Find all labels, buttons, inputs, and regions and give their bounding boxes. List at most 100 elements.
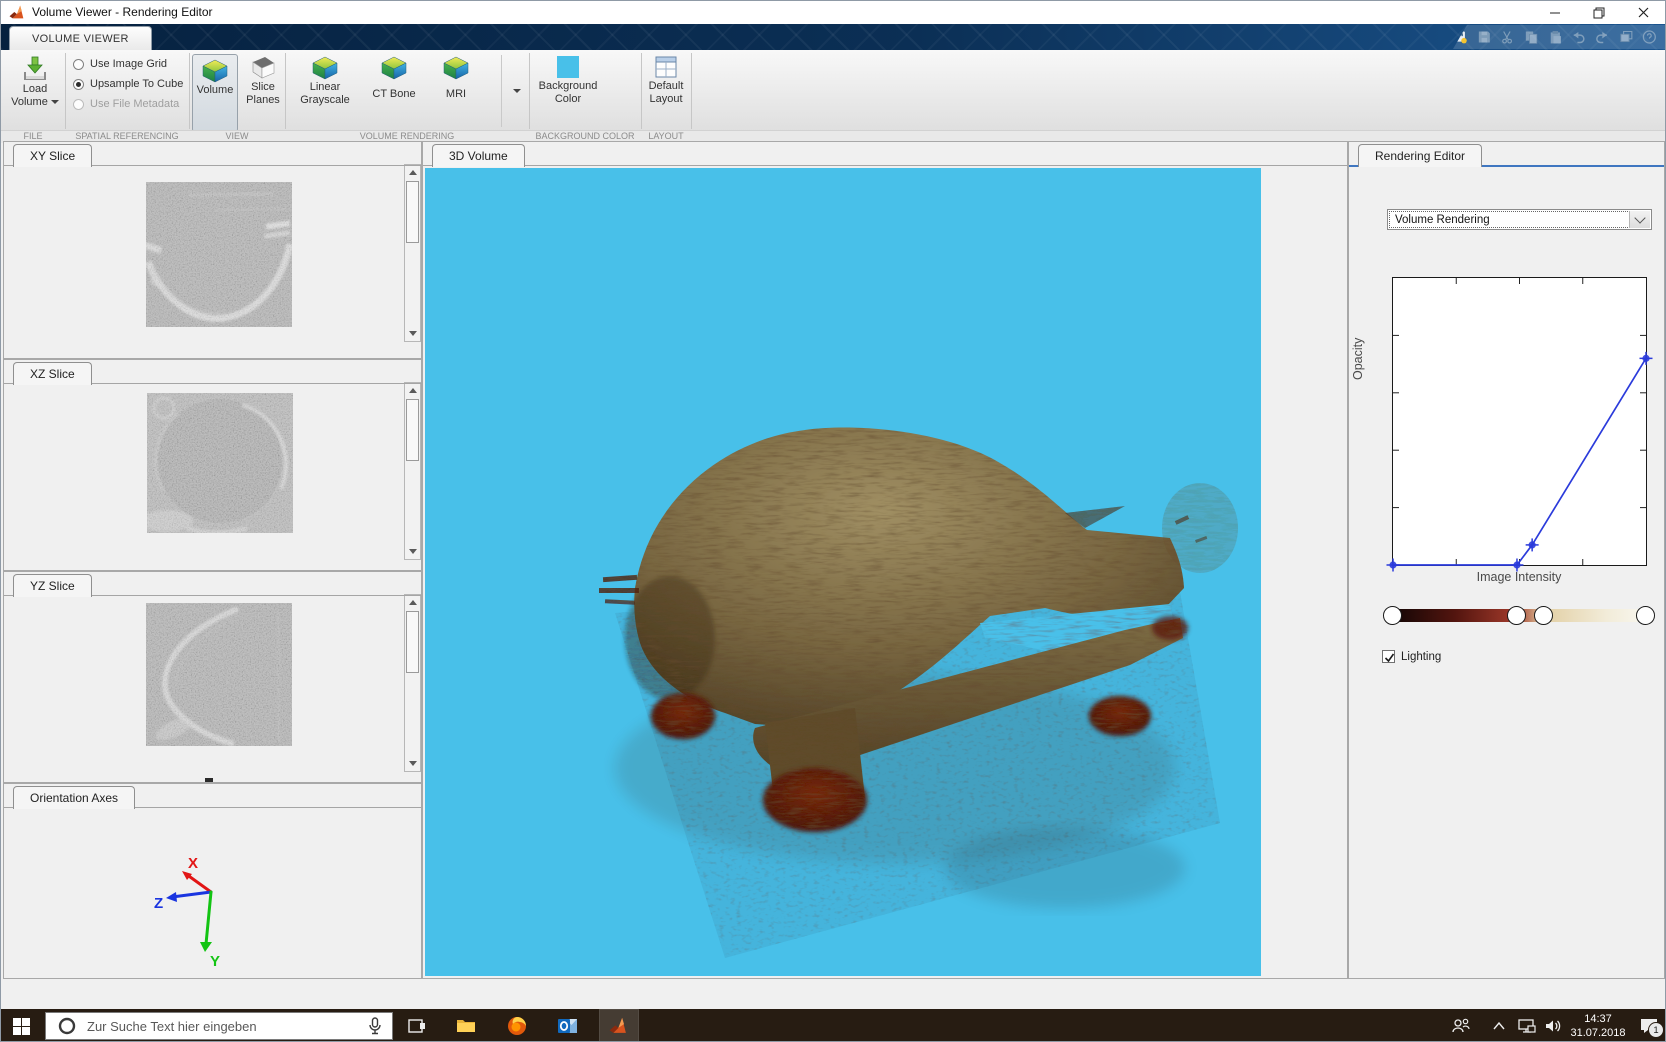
chevron-up-icon bbox=[1493, 1022, 1505, 1030]
triangle-down-icon bbox=[409, 549, 417, 554]
tab-xz-slice[interactable]: XZ Slice bbox=[13, 362, 92, 385]
redo-icon[interactable] bbox=[1595, 29, 1610, 45]
load-volume-button[interactable]: Load Volume bbox=[9, 55, 61, 109]
radio-1[interactable] bbox=[73, 79, 84, 90]
undo-icon[interactable] bbox=[1571, 29, 1586, 45]
colormap-handle[interactable] bbox=[1636, 606, 1655, 625]
close-button[interactable] bbox=[1623, 1, 1663, 24]
cut-icon[interactable] bbox=[1500, 29, 1515, 45]
tab-rendering-editor[interactable]: Rendering Editor bbox=[1358, 144, 1482, 167]
volume-3d-viewport[interactable] bbox=[425, 168, 1261, 976]
firefox-button[interactable] bbox=[497, 1009, 537, 1042]
paste-icon[interactable] bbox=[1548, 29, 1563, 45]
microphone-icon[interactable] bbox=[368, 1017, 382, 1035]
scroll-down-button[interactable] bbox=[405, 326, 420, 341]
title-bar: Volume Viewer - Rendering Editor bbox=[1, 1, 1665, 24]
gallery-dropdown-button[interactable] bbox=[504, 55, 526, 127]
opacity-transfer-curve[interactable] bbox=[1393, 278, 1646, 565]
default-layout-button[interactable]: Default Layout bbox=[645, 55, 687, 106]
load-volume-icon bbox=[21, 55, 49, 83]
people-button[interactable] bbox=[1444, 1009, 1478, 1042]
xy-slice-image[interactable] bbox=[146, 182, 292, 327]
colormap-handle[interactable] bbox=[1507, 606, 1526, 625]
background-color-button[interactable]: Background Color bbox=[537, 55, 599, 106]
restore-button[interactable] bbox=[1579, 1, 1619, 24]
xy-slice-panel: XY Slice bbox=[3, 141, 422, 359]
tray-expand-button[interactable] bbox=[1484, 1009, 1514, 1042]
matlab-logo-icon bbox=[9, 4, 26, 21]
network-icon bbox=[1518, 1019, 1536, 1034]
colormap-editor[interactable] bbox=[1392, 609, 1645, 622]
rendering-mode-dropdown[interactable]: Volume Rendering bbox=[1387, 209, 1652, 230]
file-explorer-button[interactable] bbox=[446, 1009, 486, 1042]
radio-use-file-metadata[interactable]: Use File Metadata bbox=[73, 98, 179, 110]
xz-slice-scrollbar[interactable] bbox=[404, 382, 421, 560]
volume-button[interactable] bbox=[1538, 1009, 1568, 1042]
preset-mri-button[interactable]: MRI bbox=[434, 55, 478, 101]
toolstrip-ribbon: Load Volume Use Image Grid Upsample To C… bbox=[1, 50, 1665, 142]
lighting-checkbox[interactable] bbox=[1382, 650, 1395, 663]
tab-yz-slice[interactable]: YZ Slice bbox=[13, 574, 92, 597]
search-input[interactable] bbox=[85, 1018, 368, 1035]
colormap-handle[interactable] bbox=[1534, 606, 1553, 625]
radio-2[interactable] bbox=[73, 99, 84, 110]
orientation-axes-panel: Orientation Axes X Z Y bbox=[3, 783, 422, 979]
tray-time: 14:37 bbox=[1567, 1012, 1629, 1026]
tray-clock[interactable]: 14:37 31.07.2018 bbox=[1567, 1012, 1629, 1040]
radio-upsample-to-cube[interactable]: Upsample To Cube bbox=[73, 78, 183, 90]
scroll-up-button[interactable] bbox=[405, 595, 420, 610]
windows-taskbar: 14:37 31.07.2018 1 bbox=[1, 1009, 1665, 1042]
xy-slice-scrollbar[interactable] bbox=[404, 164, 421, 342]
help-icon[interactable] bbox=[1642, 29, 1657, 45]
scroll-up-button[interactable] bbox=[405, 165, 420, 180]
save-icon[interactable] bbox=[1477, 29, 1492, 45]
scroll-up-button[interactable] bbox=[405, 383, 420, 398]
dropdown-arrow-button[interactable] bbox=[1629, 211, 1650, 228]
outlook-button[interactable] bbox=[548, 1009, 588, 1042]
start-button[interactable] bbox=[1, 1009, 41, 1042]
xz-slice-image[interactable] bbox=[147, 393, 293, 533]
task-view-button[interactable] bbox=[397, 1009, 437, 1042]
taskbar-search[interactable] bbox=[45, 1012, 393, 1040]
scrollbar-thumb[interactable] bbox=[406, 181, 419, 243]
preset-linear-grayscale-button[interactable]: Linear Grayscale bbox=[296, 55, 354, 107]
tab-xy-slice[interactable]: XY Slice bbox=[13, 144, 92, 167]
section-divider bbox=[285, 53, 286, 129]
section-divider bbox=[691, 53, 692, 129]
chevron-down-icon bbox=[1634, 212, 1645, 223]
view-volume-button[interactable]: Volume bbox=[192, 54, 238, 132]
volume-3d-panel: 3D Volume bbox=[422, 141, 1348, 979]
scrollbar-thumb[interactable] bbox=[406, 399, 419, 461]
radio-use-image-grid[interactable]: Use Image Grid bbox=[73, 58, 167, 70]
colormap-cube-icon bbox=[442, 55, 470, 81]
tab-3d-volume[interactable]: 3D Volume bbox=[432, 144, 525, 167]
splitter-handle[interactable] bbox=[205, 778, 213, 782]
matlab-taskbar-button[interactable] bbox=[599, 1009, 639, 1042]
radio-0[interactable] bbox=[73, 59, 84, 70]
colormap-handle[interactable] bbox=[1383, 606, 1402, 625]
yz-slice-image[interactable] bbox=[146, 603, 292, 746]
opacity-plot-box[interactable] bbox=[1392, 277, 1647, 566]
colormap-cube-icon bbox=[311, 55, 339, 81]
opacity-axis-label: Opacity bbox=[1351, 338, 1365, 380]
tab-volume-viewer[interactable]: VOLUME VIEWER bbox=[9, 26, 152, 51]
triangle-down-icon bbox=[409, 331, 417, 336]
orientation-axes-view[interactable]: X Z Y bbox=[4, 808, 421, 978]
minimize-button[interactable] bbox=[1535, 1, 1575, 24]
scrollbar-thumb[interactable] bbox=[406, 611, 419, 673]
yz-slice-scrollbar[interactable] bbox=[404, 594, 421, 772]
quick-access-toolbar bbox=[1453, 25, 1665, 49]
dropdown-value: Volume Rendering bbox=[1389, 211, 1650, 228]
matlab-icon bbox=[609, 1016, 629, 1036]
preset-ct-bone-button[interactable]: CT Bone bbox=[367, 55, 421, 101]
scroll-down-button[interactable] bbox=[405, 544, 420, 559]
windows-icon[interactable] bbox=[1619, 29, 1634, 45]
colormap-handles bbox=[1392, 609, 1645, 622]
axis-x-label: X bbox=[188, 855, 198, 872]
image-intensity-axis-label: Image Intensity bbox=[1349, 570, 1666, 584]
tab-orientation-axes[interactable]: Orientation Axes bbox=[13, 786, 135, 809]
view-slice-planes-button[interactable]: Slice Planes bbox=[241, 55, 285, 107]
scroll-down-button[interactable] bbox=[405, 756, 420, 771]
action-center-button[interactable]: 1 bbox=[1631, 1009, 1666, 1042]
copy-icon[interactable] bbox=[1524, 29, 1539, 45]
